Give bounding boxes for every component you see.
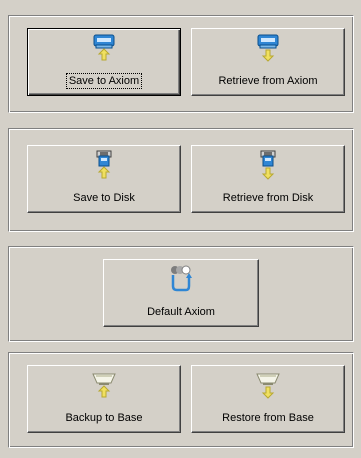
save-to-axiom-button[interactable]: Save to Axiom (27, 28, 181, 96)
backup-to-base-button[interactable]: Backup to Base (27, 365, 181, 433)
retrieve-from-axiom-icon (254, 33, 282, 63)
backup-to-base-label: Backup to Base (65, 412, 143, 424)
restore-from-base-button[interactable]: Restore from Base (191, 365, 345, 433)
base-group: Backup to Base Restore from Base (8, 352, 354, 448)
save-to-axiom-icon (90, 33, 118, 63)
default-axiom-icon (167, 264, 195, 294)
retrieve-from-axiom-label: Retrieve from Axiom (218, 75, 318, 87)
save-to-disk-icon (90, 150, 118, 180)
default-axiom-label: Default Axiom (147, 306, 215, 318)
backup-to-base-icon (90, 370, 118, 400)
save-to-axiom-label: Save to Axiom (65, 73, 143, 89)
default-axiom-button[interactable]: Default Axiom (103, 259, 259, 327)
retrieve-from-disk-label: Retrieve from Disk (222, 192, 314, 204)
save-to-disk-button[interactable]: Save to Disk (27, 145, 181, 213)
retrieve-from-axiom-button[interactable]: Retrieve from Axiom (191, 28, 345, 96)
disk-group: Save to Disk Retrieve from Disk (8, 128, 354, 232)
default-group: Default Axiom (8, 246, 354, 342)
restore-from-base-icon (254, 370, 282, 400)
restore-from-base-label: Restore from Base (222, 412, 314, 424)
retrieve-from-disk-button[interactable]: Retrieve from Disk (191, 145, 345, 213)
retrieve-from-disk-icon (254, 150, 282, 180)
save-to-disk-label: Save to Disk (73, 192, 135, 204)
axiom-group: Save to Axiom Retrieve from Axiom (8, 15, 354, 113)
